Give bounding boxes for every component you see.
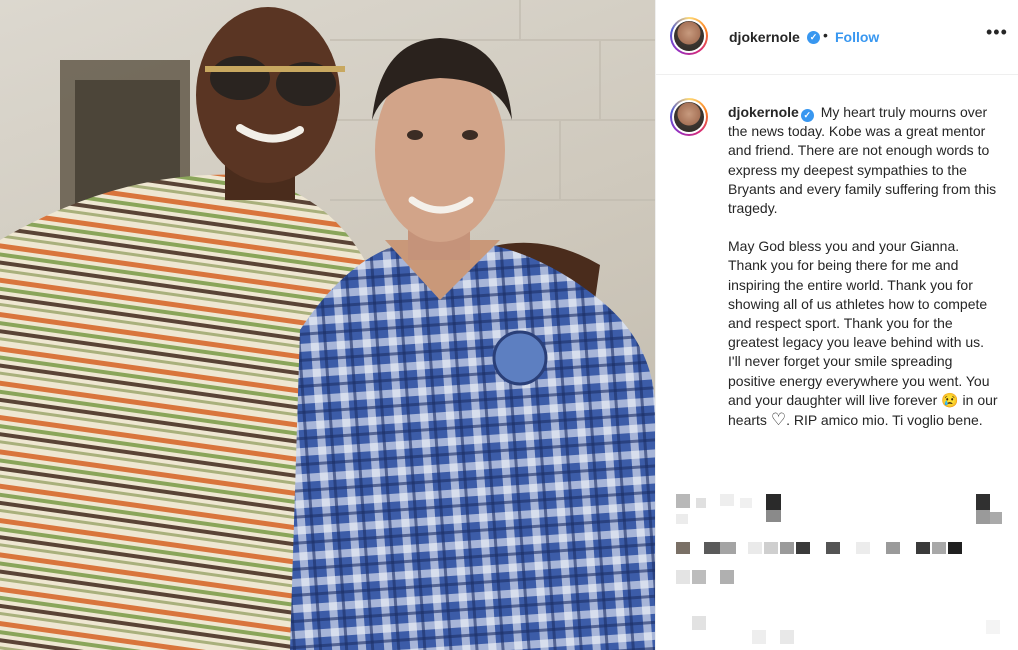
post-photo-illustration (0, 0, 655, 650)
caption-paragraph-2: May God bless you and your Gianna. Thank… (728, 238, 998, 429)
header-username[interactable]: djokernole (729, 29, 800, 45)
post-side-panel: djokernole ✓ • Follow ••• djokernole ✓ My… (655, 0, 1018, 650)
caption-paragraph-1: My heart truly mourns over the news toda… (728, 104, 997, 217)
heart-icon: ♡ (770, 410, 787, 430)
follow-button[interactable]: Follow (835, 29, 879, 45)
verified-badge-icon: ✓ (807, 31, 820, 44)
post-photo[interactable] (0, 0, 655, 650)
separator-dot: • (823, 27, 828, 43)
more-options-icon[interactable]: ••• (986, 22, 1008, 43)
caption-avatar[interactable] (670, 98, 708, 136)
verified-badge-icon: ✓ (800, 109, 814, 122)
post-caption: djokernole ✓ My heart truly mourns over t… (728, 103, 998, 430)
avatar[interactable] (670, 17, 708, 55)
caption-paragraph-2-end: . RIP amico mio. Ti voglio bene. (786, 412, 983, 429)
post-header: djokernole ✓ • Follow ••• (656, 0, 1018, 75)
caption-username[interactable]: djokernole (728, 104, 799, 120)
